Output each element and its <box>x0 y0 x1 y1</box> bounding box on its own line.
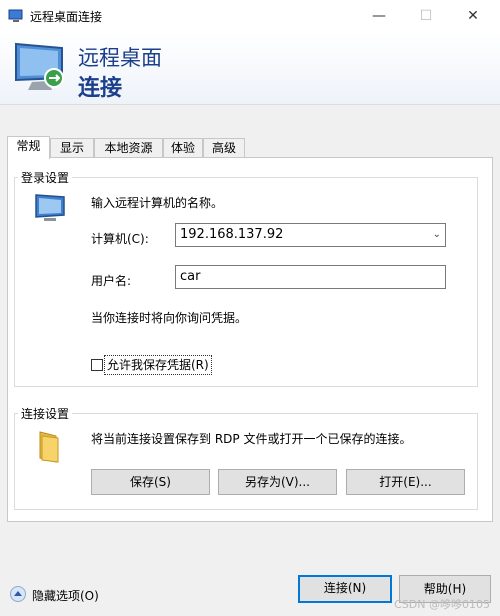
banner-title-line2: 连接 <box>78 76 123 101</box>
hide-options-label[interactable]: 隐藏选项(O) <box>32 587 99 604</box>
computer-combobox[interactable]: 192.168.137.92 ⌄ <box>175 223 446 247</box>
login-settings-legend: 登录设置 <box>18 169 73 186</box>
maximize-button[interactable]: ☐ <box>403 0 449 32</box>
folder-icon <box>39 431 59 463</box>
connection-settings-legend: 连接设置 <box>18 405 73 422</box>
header-banner: 远程桌面 连接 <box>0 32 500 105</box>
username-input[interactable]: car <box>175 265 446 289</box>
save-as-button[interactable]: 另存为(V)... <box>218 469 337 495</box>
close-button[interactable]: ✕ <box>450 0 496 32</box>
connect-button[interactable]: 连接(N) <box>298 575 392 603</box>
tab-display[interactable]: 显示 <box>50 138 94 157</box>
credentials-note: 当你连接时将向你询问凭据。 <box>91 311 248 325</box>
collapse-arrow-icon[interactable] <box>10 586 26 602</box>
remote-desktop-monitor-icon <box>15 42 64 90</box>
save-credentials-checkbox[interactable] <box>91 359 103 371</box>
login-instruction: 输入远程计算机的名称。 <box>91 196 224 210</box>
chevron-down-icon[interactable]: ⌄ <box>433 224 441 246</box>
tab-experience[interactable]: 体验 <box>163 138 203 157</box>
minimize-button[interactable]: — <box>356 0 402 32</box>
save-button[interactable]: 保存(S) <box>91 469 210 495</box>
open-button[interactable]: 打开(E)... <box>346 469 465 495</box>
save-credentials-label[interactable]: 允许我保存凭据(R) <box>104 355 212 375</box>
csdn-watermark: CSDN @哆哆0105 <box>394 598 490 611</box>
banner-title-line1: 远程桌面 <box>78 46 162 70</box>
computer-icon <box>35 194 65 221</box>
tab-local-resources[interactable]: 本地资源 <box>94 138 163 157</box>
title-bar: 远程桌面连接 — ☐ ✕ <box>0 0 500 32</box>
tab-general[interactable]: 常规 <box>7 136 50 159</box>
window-title: 远程桌面连接 <box>30 10 103 24</box>
connection-description: 将当前连接设置保存到 RDP 文件或打开一个已保存的连接。 <box>91 432 412 446</box>
connection-settings-group <box>14 413 478 510</box>
username-label: 用户名: <box>91 274 132 288</box>
remote-desktop-app-icon <box>8 9 23 22</box>
computer-value: 192.168.137.92 <box>180 227 284 242</box>
tab-advanced[interactable]: 高级 <box>203 138 245 157</box>
username-value: car <box>180 269 201 284</box>
computer-label: 计算机(C): <box>91 232 149 246</box>
